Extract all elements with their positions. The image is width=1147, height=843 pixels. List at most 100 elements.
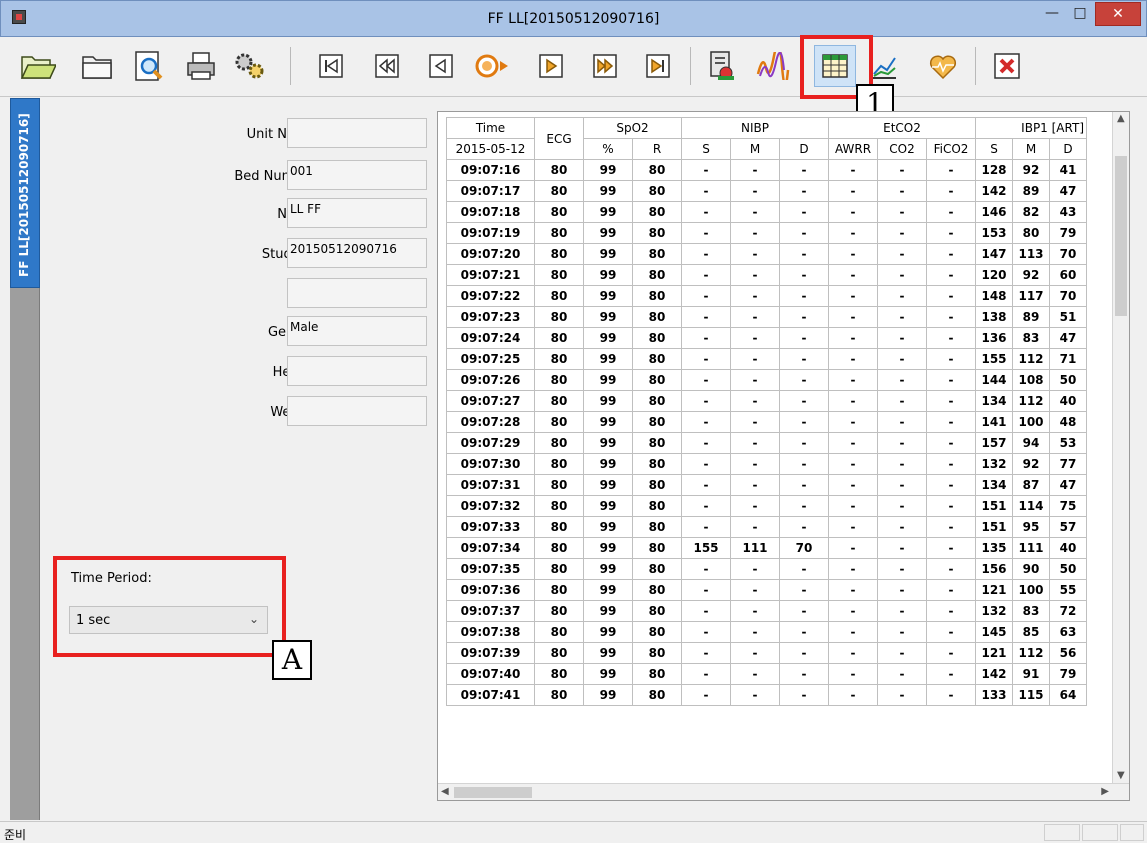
table-row[interactable]: 09:07:25 80 99 80- - - - - -155 112 71 — [446, 348, 1087, 370]
trend-table: Time ECG SpO2 NIBP EtCO2 IBP1 [ART] 2015… — [446, 117, 1087, 706]
step-forward-button[interactable] — [530, 45, 572, 87]
cell-value: - — [877, 306, 927, 328]
table-row[interactable]: 09:07:39 80 99 80- - - - - -121 112 56 — [446, 642, 1087, 664]
cell-value: - — [681, 159, 731, 181]
cell-value: 80 — [534, 474, 584, 496]
form-field[interactable] — [287, 118, 427, 148]
preview-button[interactable] — [128, 45, 170, 87]
cell-value: - — [926, 159, 976, 181]
cell-value: - — [926, 453, 976, 475]
close-button[interactable]: ✕ — [1095, 2, 1141, 26]
table-row[interactable]: 09:07:35 80 99 80- - - - - -156 90 50 — [446, 558, 1087, 580]
cell-value: - — [828, 264, 878, 286]
status-text: 준비 — [4, 828, 27, 842]
table-row[interactable]: 09:07:40 80 99 80- - - - - -142 91 79 — [446, 663, 1087, 685]
horizontal-scrollbar[interactable]: ◀ ▶ — [438, 783, 1129, 800]
table-row[interactable]: 09:07:27 80 99 80- - - - - -134 112 40 — [446, 390, 1087, 412]
table-row[interactable]: 09:07:33 80 99 80- - - - - -151 95 57 — [446, 516, 1087, 538]
cell-value: 80 — [632, 327, 682, 349]
cell-value: 99 — [583, 264, 633, 286]
report-button[interactable] — [700, 45, 742, 87]
open-folder-button[interactable] — [17, 45, 59, 87]
horizontal-scroll-thumb[interactable] — [454, 787, 532, 798]
table-row[interactable]: 09:07:20 80 99 80- - - - - -147 113 70 — [446, 243, 1087, 265]
cell-value: - — [877, 180, 927, 202]
cell-time: 09:07:41 — [446, 684, 535, 706]
step-back-button[interactable] — [420, 45, 462, 87]
cell-value: - — [681, 201, 731, 223]
settings-button[interactable] — [229, 45, 271, 87]
table-row[interactable]: 09:07:24 80 99 80- - - - - -136 83 47 — [446, 327, 1087, 349]
fast-forward-button[interactable] — [584, 45, 626, 87]
vital-signs-button[interactable] — [922, 45, 964, 87]
table-row[interactable]: 09:07:22 80 99 80- - - - - -148 117 70 — [446, 285, 1087, 307]
cell-time: 09:07:27 — [446, 390, 535, 412]
cell-time: 09:07:26 — [446, 369, 535, 391]
form-field[interactable] — [287, 278, 427, 308]
folder-button[interactable] — [76, 45, 118, 87]
cell-value: - — [779, 453, 829, 475]
cell-value: - — [877, 348, 927, 370]
trend-table-panel[interactable]: Time ECG SpO2 NIBP EtCO2 IBP1 [ART] 2015… — [437, 111, 1130, 801]
cell-value: - — [681, 369, 731, 391]
table-row[interactable]: 09:07:37 80 99 80- - - - - -132 83 72 — [446, 600, 1087, 622]
table-row[interactable]: 09:07:38 80 99 80- - - - - -145 85 63 — [446, 621, 1087, 643]
print-button[interactable] — [180, 45, 222, 87]
table-row[interactable]: 09:07:28 80 99 80- - - - - -141 100 48 — [446, 411, 1087, 433]
scroll-up-icon[interactable]: ▲ — [1117, 113, 1125, 124]
cell-value: - — [681, 558, 731, 580]
cell-value: 79 — [1049, 222, 1087, 244]
table-row[interactable]: 09:07:17 80 99 80- - - - - -142 89 47 — [446, 180, 1087, 202]
cell-value: - — [926, 642, 976, 664]
vertical-scroll-thumb[interactable] — [1115, 156, 1127, 316]
table-row[interactable]: 09:07:31 80 99 80- - - - - -134 87 47 — [446, 474, 1087, 496]
rewind-button[interactable] — [366, 45, 408, 87]
waveform-button[interactable] — [752, 45, 794, 87]
exit-button[interactable] — [986, 45, 1028, 87]
table-row[interactable]: 09:07:26 80 99 80- - - - - -144 108 50 — [446, 369, 1087, 391]
header-sub: CO2 — [877, 138, 927, 160]
table-row[interactable]: 09:07:18 80 99 80- - - - - -146 82 43 — [446, 201, 1087, 223]
vertical-scrollbar[interactable]: ▲ ▼ — [1112, 112, 1129, 783]
table-row[interactable]: 09:07:30 80 99 80- - - - - -132 92 77 — [446, 453, 1087, 475]
table-row[interactable]: 09:07:41 80 99 80- - - - - -133 115 64 — [446, 684, 1087, 706]
play-pause-button[interactable] — [472, 45, 514, 87]
cell-value: - — [730, 453, 780, 475]
cell-value: - — [828, 558, 878, 580]
last-button[interactable] — [637, 45, 679, 87]
first-button[interactable] — [310, 45, 352, 87]
form-field[interactable]: 20150512090716 — [287, 238, 427, 268]
cell-value: 111 — [1012, 537, 1050, 559]
cell-value: 99 — [583, 306, 633, 328]
table-row[interactable]: 09:07:32 80 99 80- - - - - -151 114 75 — [446, 495, 1087, 517]
cell-value: - — [926, 474, 976, 496]
table-row[interactable]: 09:07:36 80 99 80- - - - - -121 100 55 — [446, 579, 1087, 601]
table-row[interactable]: 09:07:16 80 99 80- - - - - -128 92 41 — [446, 159, 1087, 181]
tab-study[interactable]: FF LL[20150512090716] — [10, 98, 40, 288]
cell-value: - — [877, 453, 927, 475]
cell-value: 80 — [534, 390, 584, 412]
cell-value: - — [877, 684, 927, 706]
minimize-button[interactable]: — — [1039, 2, 1065, 26]
table-row[interactable]: 09:07:29 80 99 80- - - - - -157 94 53 — [446, 432, 1087, 454]
table-row[interactable]: 09:07:34 80 99 80 155 111 70- - -135 111 40 — [446, 537, 1087, 559]
maximize-button[interactable]: □ — [1067, 2, 1093, 26]
cell-value: 80 — [632, 201, 682, 223]
cell-value: 99 — [583, 579, 633, 601]
form-field[interactable]: LL FF — [287, 198, 427, 228]
table-row[interactable]: 09:07:19 80 99 80- - - - - -153 80 79 — [446, 222, 1087, 244]
cell-value: 115 — [1012, 684, 1050, 706]
cell-value: - — [779, 306, 829, 328]
form-field[interactable] — [287, 396, 427, 426]
table-row[interactable]: 09:07:23 80 99 80- - - - - -138 89 51 — [446, 306, 1087, 328]
cell-time: 09:07:39 — [446, 642, 535, 664]
form-field[interactable]: 001 — [287, 160, 427, 190]
cell-value: 100 — [1012, 411, 1050, 433]
form-field[interactable]: Male — [287, 316, 427, 346]
table-row[interactable]: 09:07:21 80 99 80- - - - - -120 92 60 — [446, 264, 1087, 286]
scroll-down-icon[interactable]: ▼ — [1117, 770, 1125, 781]
scroll-right-icon[interactable]: ▶ — [1101, 786, 1109, 797]
status-cell — [1044, 824, 1080, 841]
form-field[interactable] — [287, 356, 427, 386]
scroll-left-icon[interactable]: ◀ — [441, 786, 449, 797]
